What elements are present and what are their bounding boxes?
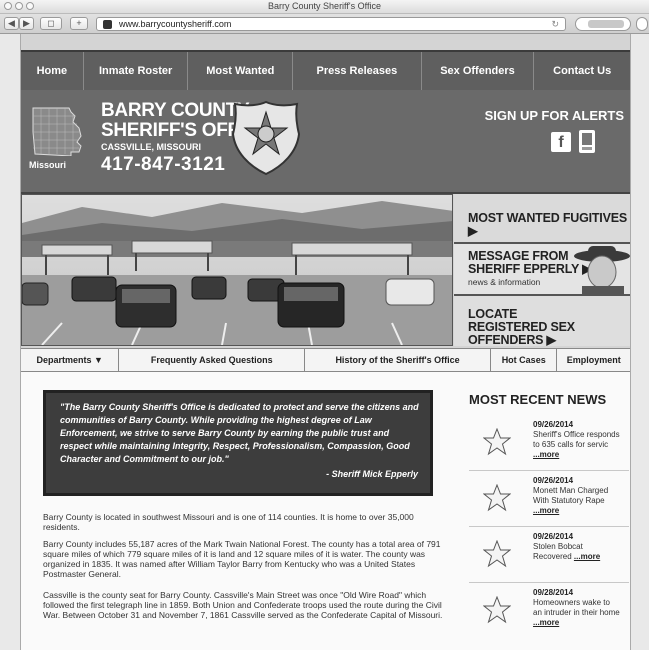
- sheriff-star-icon: [483, 484, 511, 512]
- site-title-line1: BARRY COUNTY: [101, 100, 250, 121]
- subnav-hot-cases[interactable]: Hot Cases: [491, 349, 558, 371]
- news-title: Stolen Bobcat Recovered ...more: [533, 542, 601, 561]
- site-header: Missouri BARRY COUNTY SHERIFF'S OFFICE C…: [21, 90, 630, 194]
- most-wanted-fugitives-link[interactable]: MOST WANTED FUGITIVES ▶: [454, 194, 630, 244]
- news-title: Monett Man Charged With Statutory Rape .…: [533, 486, 609, 515]
- news-heading: MOST RECENT NEWS: [469, 392, 607, 407]
- mission-quote-text: "The Barry County Sheriff's Office is de…: [60, 402, 419, 464]
- back-arrow-icon: ◀: [8, 18, 15, 28]
- site-city: CASSVILLE, MISSOURI: [101, 142, 202, 152]
- more-link[interactable]: ...more: [574, 552, 600, 561]
- sheriff-star-icon: [483, 596, 511, 624]
- more-link[interactable]: ...more: [533, 450, 559, 459]
- nav-item-sex-offenders[interactable]: Sex Offenders: [422, 52, 535, 90]
- forward-button[interactable]: ▶: [19, 17, 34, 30]
- main-nav: Home Inmate Roster Most Wanted Press Rel…: [21, 50, 630, 92]
- subnav-departments[interactable]: Departments ▼: [21, 349, 120, 371]
- locate-line2: REGISTERED SEX OFFENDERS ▶: [468, 320, 575, 347]
- share-icon: ◻: [47, 18, 55, 28]
- window-title: Barry County Sheriff's Office: [268, 1, 381, 11]
- sheriff-badge-icon: [231, 100, 301, 176]
- news-item: 09/26/2014 Stolen Bobcat Recovered ...mo…: [469, 532, 629, 578]
- web-page: Home Inmate Roster Most Wanted Press Rel…: [20, 34, 631, 650]
- subnav-history[interactable]: History of the Sheriff's Office: [305, 349, 491, 371]
- sheriff-star-icon: [483, 540, 511, 568]
- sheriff-message-link[interactable]: MESSAGE FROM SHERIFF EPPERLY ▶ news & in…: [454, 244, 630, 296]
- site-favicon-icon: [103, 20, 112, 29]
- state-label: Missouri: [29, 160, 67, 170]
- parking-lot-photo: [22, 195, 452, 345]
- hero-image: [21, 194, 453, 346]
- divider: [469, 526, 629, 527]
- nav-item-press-releases[interactable]: Press Releases: [293, 52, 422, 90]
- fugitives-label: MOST WANTED FUGITIVES ▶: [468, 211, 627, 238]
- news-title: Sheriff's Office responds to 635 calls f…: [533, 430, 620, 459]
- search-placeholder: [588, 20, 624, 28]
- nav-item-most-wanted[interactable]: Most Wanted: [188, 52, 294, 90]
- divider: [469, 470, 629, 471]
- mobile-alerts-icon[interactable]: [579, 130, 595, 153]
- back-button[interactable]: ◀: [4, 17, 19, 30]
- url-text: www.barrycountysheriff.com: [119, 19, 232, 29]
- news-item: 09/26/2014 Sheriff's Office responds to …: [469, 420, 629, 466]
- missouri-map-icon: [32, 107, 82, 156]
- more-link[interactable]: ...more: [533, 506, 559, 515]
- paragraph-county: Barry County is located in southwest Mis…: [43, 512, 414, 532]
- locate-sex-offenders-link[interactable]: LOCATE REGISTERED SEX OFFENDERS ▶: [454, 296, 630, 347]
- forward-arrow-icon: ▶: [23, 18, 30, 28]
- reload-icon[interactable]: ↻: [551, 18, 559, 30]
- add-bookmark-button[interactable]: +: [70, 17, 88, 30]
- mission-quote-signature: - Sheriff Mick Epperly: [326, 469, 418, 479]
- subnav-employment[interactable]: Employment: [557, 349, 630, 371]
- browser-toolbar: ◀ ▶ ◻ + www.barrycountysheriff.com ↻: [0, 14, 649, 34]
- address-bar[interactable]: www.barrycountysheriff.com ↻: [96, 17, 566, 31]
- news-date: 09/26/2014: [533, 476, 574, 485]
- news-date: 09/26/2014: [533, 532, 574, 541]
- site-phone: 417-847-3121: [101, 154, 226, 175]
- news-item: 09/26/2014 Monett Man Charged With Statu…: [469, 476, 629, 522]
- sub-nav: Departments ▼ Frequently Asked Questions…: [21, 348, 630, 372]
- news-title: Homeowners wake to an intruder in their …: [533, 598, 620, 627]
- sheriff-star-icon: [483, 428, 511, 456]
- more-link[interactable]: ...more: [533, 618, 559, 627]
- share-button[interactable]: ◻: [40, 17, 62, 30]
- mission-quote-box: "The Barry County Sheriff's Office is de…: [43, 390, 433, 496]
- nav-item-home[interactable]: Home: [21, 52, 84, 90]
- paragraph-cassville: Cassville is the county seat for Barry C…: [43, 590, 443, 620]
- news-item: 09/28/2014 Homeowners wake to an intrude…: [469, 588, 629, 634]
- subnav-faq[interactable]: Frequently Asked Questions: [119, 349, 306, 371]
- facebook-icon[interactable]: f: [551, 132, 571, 152]
- news-date: 09/26/2014: [533, 420, 574, 429]
- plus-icon: +: [76, 18, 82, 28]
- sign-up-alerts-link[interactable]: SIGN UP FOR ALERTS: [485, 108, 624, 123]
- divider: [469, 582, 629, 583]
- window-titlebar: Barry County Sheriff's Office: [0, 0, 649, 14]
- search-field[interactable]: [575, 17, 631, 31]
- main-content: "The Barry County Sheriff's Office is de…: [21, 372, 630, 650]
- message-sub: news & information: [468, 277, 541, 287]
- search-icon[interactable]: [636, 17, 648, 31]
- news-date: 09/28/2014: [533, 588, 574, 597]
- nav-item-inmate-roster[interactable]: Inmate Roster: [84, 52, 189, 90]
- nav-item-contact-us[interactable]: Contact Us: [534, 52, 630, 90]
- sheriff-portrait: [574, 246, 630, 294]
- paragraph-forest: Barry County includes 55,187 acres of th…: [43, 539, 441, 579]
- feature-links-panel: MOST WANTED FUGITIVES ▶ MESSAGE FROM SHE…: [454, 194, 630, 347]
